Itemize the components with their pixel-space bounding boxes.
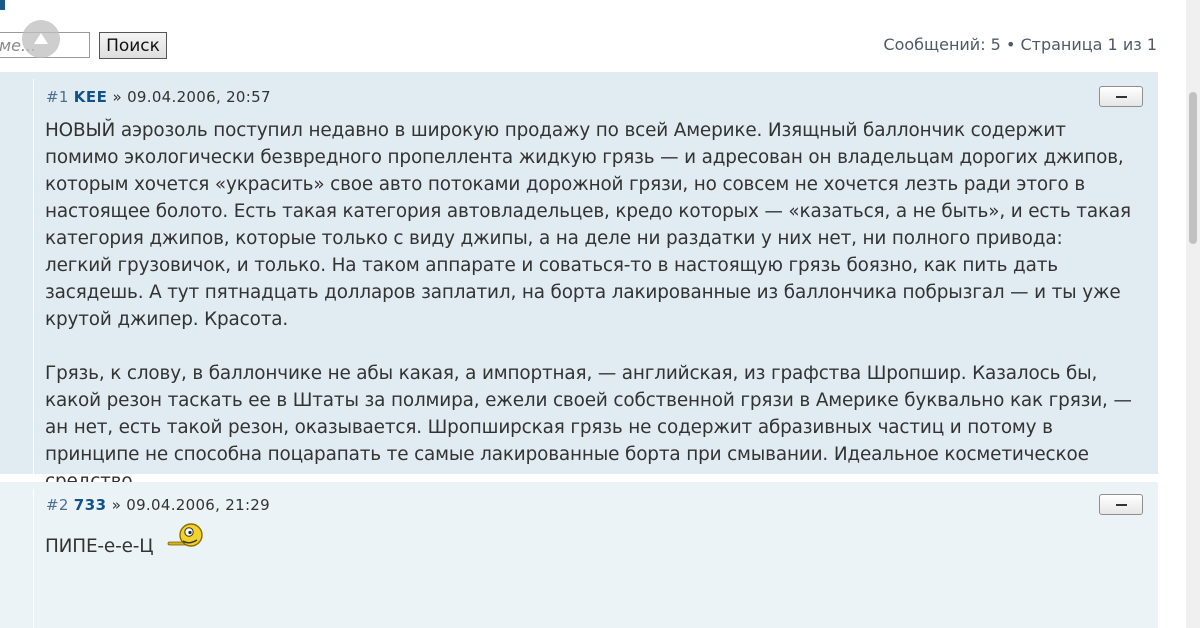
post-content: НОВЫЙ аэрозоль поступил недавно в широку… <box>45 117 1135 522</box>
forum-topic-page: Поиск Сообщений: 5 • Страница 1 из 1 #1 … <box>0 0 1200 628</box>
page-scrollbar[interactable] <box>1186 0 1200 628</box>
post: #1 KEE » 09.04.2006, 20:57 НОВЫЙ аэрозол… <box>0 72 1158 519</box>
post-header: #1 KEE » 09.04.2006, 20:57 <box>46 88 271 106</box>
post-number-link[interactable]: #1 <box>46 88 69 106</box>
scrollbar-thumb[interactable] <box>1189 92 1197 244</box>
minus-icon <box>1116 96 1127 98</box>
collapse-post-button[interactable] <box>1099 494 1143 515</box>
minus-icon <box>1116 504 1127 506</box>
page-edge-mark <box>0 0 5 10</box>
post-paragraph: НОВЫЙ аэрозоль поступил недавно в широку… <box>45 120 1131 330</box>
post-date: 09.04.2006, 21:29 <box>126 496 270 514</box>
collapse-post-button[interactable] <box>1099 86 1143 107</box>
post-text: ПИПЕ-е-е-Ц <box>45 536 154 557</box>
post-content: ПИПЕ-е-е-Ц <box>45 523 1135 566</box>
smiley-icon <box>167 522 207 560</box>
post-author-link[interactable]: 733 <box>74 496 107 514</box>
post: #2 733 » 09.04.2006, 21:29 ПИПЕ-е-е-Ц <box>0 482 1158 628</box>
post-date: 09.04.2006, 20:57 <box>127 88 271 106</box>
post-author-link[interactable]: KEE <box>74 88 108 106</box>
chevron-up-icon <box>34 33 48 44</box>
post-divider <box>33 489 34 628</box>
post-header: #2 733 » 09.04.2006, 21:29 <box>46 496 270 514</box>
post-number-link[interactable]: #2 <box>46 496 69 514</box>
post-header-separator: » <box>111 496 122 514</box>
search-button[interactable]: Поиск <box>99 32 167 59</box>
post-divider <box>33 79 34 474</box>
scroll-up-button[interactable] <box>22 20 60 58</box>
pagination-info: Сообщений: 5 • Страница 1 из 1 <box>883 35 1157 54</box>
post-header-separator: » <box>112 88 122 106</box>
